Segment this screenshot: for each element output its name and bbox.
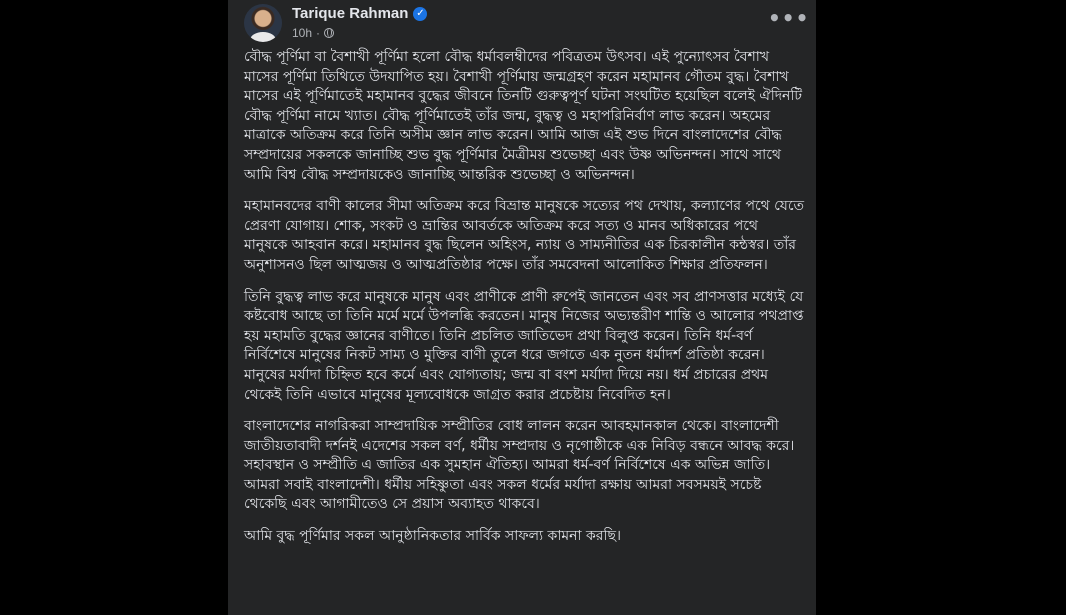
more-options-button[interactable]: •••	[768, 8, 808, 34]
post-text: বৌদ্ধ পূর্ণিমা বা বৈশাখী পূর্ণিমা হলো বৌ…	[244, 48, 804, 559]
post-paragraph: তিনি বুদ্ধত্ব লাভ করে মানুষকে মানুষ এবং …	[244, 288, 804, 403]
post-paragraph: বাংলাদেশের নাগরিকরা সাম্প্রদায়িক সম্প্র…	[244, 418, 795, 513]
post-meta: 10h ·	[292, 26, 335, 40]
verified-badge-icon: ✓	[413, 6, 428, 21]
post-paragraph: বৌদ্ধ পূর্ণিমা বা বৈশাখী পূর্ণিমা হলো বৌ…	[244, 49, 803, 183]
post-timestamp[interactable]: 10h	[292, 26, 312, 40]
meta-separator: ·	[316, 26, 321, 40]
avatar[interactable]	[244, 4, 282, 42]
author-name[interactable]: Tarique Rahman	[292, 5, 408, 22]
post-paragraph: আমি বুদ্ধ পূর্ণিমার সকল আনুষ্ঠানিকতার সা…	[244, 528, 622, 545]
avatar-shirt	[250, 32, 276, 42]
globe-icon[interactable]	[324, 28, 335, 38]
post-paragraph: মহামানবদের বাণী কালের সীমা অতিক্রম করে ব…	[244, 198, 804, 273]
facebook-post-card: Tarique Rahman ✓ 10h · ••• বৌদ্ধ পূর্ণিম…	[228, 0, 816, 615]
post-header: Tarique Rahman ✓ 10h · •••	[228, 0, 816, 44]
author-row: Tarique Rahman ✓	[292, 5, 428, 22]
